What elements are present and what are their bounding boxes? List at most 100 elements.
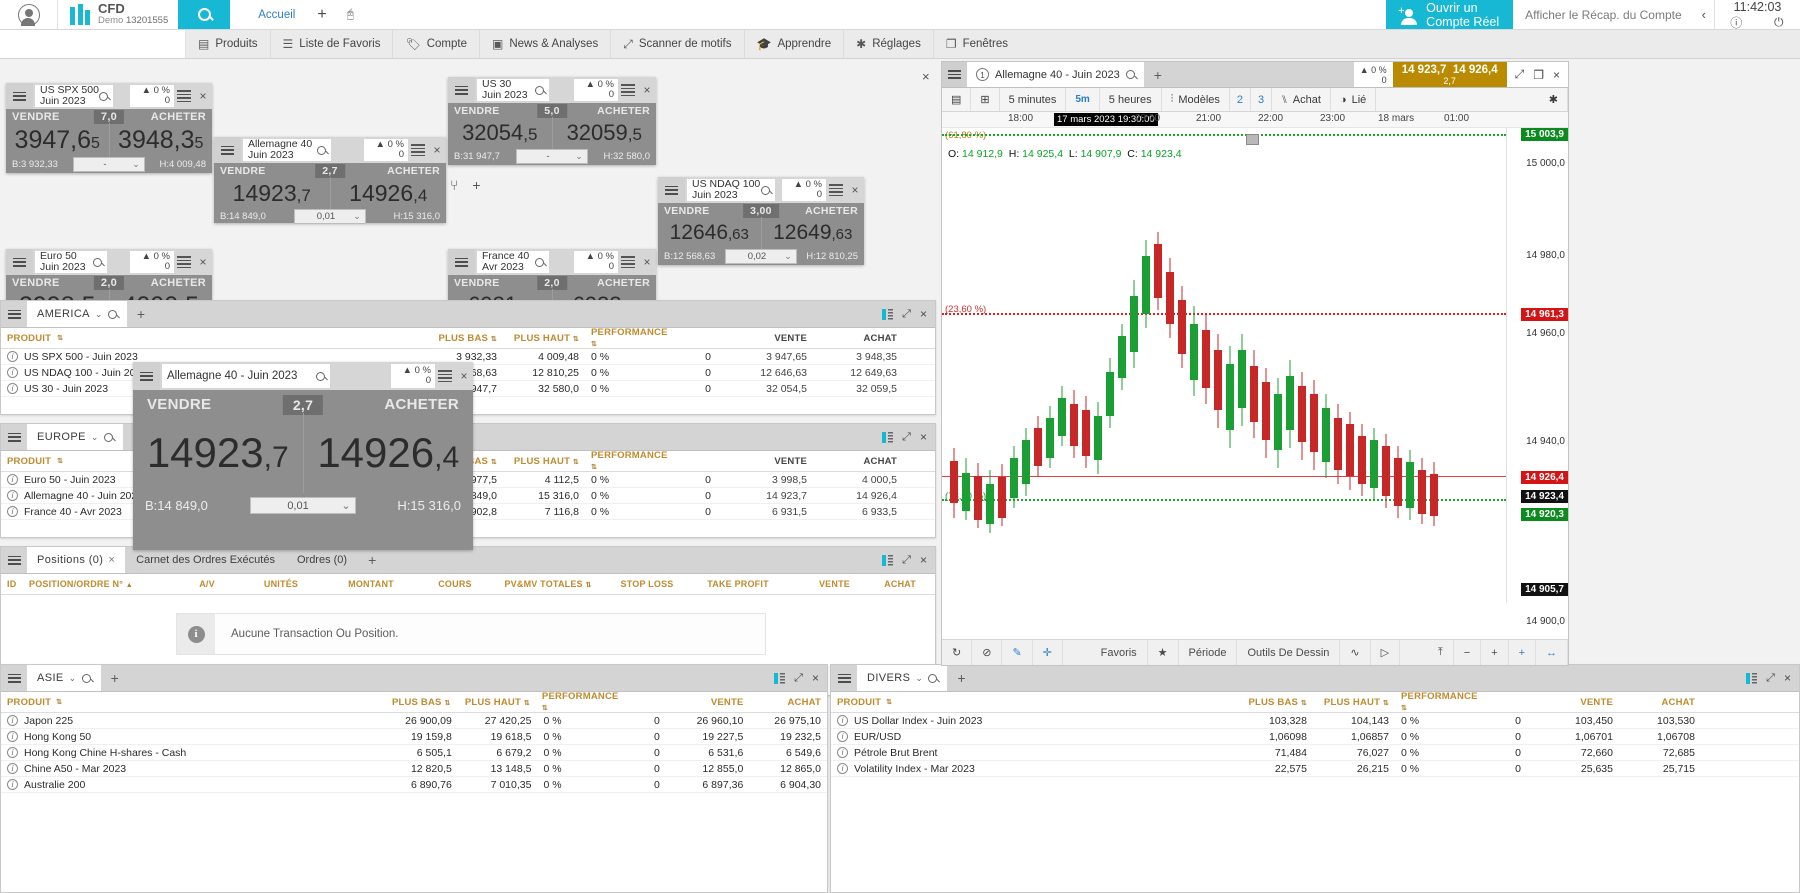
info-icon[interactable]: i xyxy=(7,367,18,378)
search-icon[interactable] xyxy=(317,146,326,155)
table-row[interactable]: iPétrole Brut Brent 71,484 76,027 0 % 0 … xyxy=(831,745,1799,761)
wave-icon[interactable]: ∿ xyxy=(1340,640,1370,665)
close-icon[interactable]: × xyxy=(1553,68,1560,82)
layout-icon[interactable] xyxy=(618,77,638,103)
search-icon[interactable] xyxy=(93,258,102,267)
zoom-out-icon[interactable]: − xyxy=(1454,640,1481,665)
cell-achat[interactable]: 14 926,4 xyxy=(813,490,903,502)
layout-icon[interactable] xyxy=(174,249,194,275)
sort-icon[interactable]: ⇅ xyxy=(524,700,530,707)
layout-icon[interactable] xyxy=(408,137,428,163)
info-icon[interactable]: i xyxy=(7,490,18,501)
chart-bid-ask[interactable]: 14 923,7 14 926,4 2,7 xyxy=(1393,62,1507,87)
quantity-select[interactable]: 0,01⌄ xyxy=(250,497,356,514)
cell-vente[interactable]: 12 646,63 xyxy=(717,367,813,379)
zoom-icon[interactable] xyxy=(82,674,91,683)
close-icon[interactable]: × xyxy=(108,554,115,566)
info-icon[interactable]: i xyxy=(7,747,18,758)
sort-icon[interactable]: ⇅ xyxy=(57,457,63,465)
expand-icon[interactable]: ⤢ xyxy=(902,554,911,567)
info-icon[interactable]: i xyxy=(7,474,18,485)
info-icon[interactable]: i xyxy=(7,383,18,394)
table-row[interactable]: iHong Kong 50 19 159,8 19 618,5 0 % 0 19… xyxy=(1,729,827,745)
cell-achat[interactable]: 12 865,0 xyxy=(749,763,827,775)
info-icon[interactable]: i xyxy=(837,731,848,742)
tab-asie[interactable]: ASIE ⌄ xyxy=(27,665,101,691)
info-icon[interactable]: ⓘ xyxy=(1715,14,1758,30)
info-icon[interactable]: i xyxy=(837,715,848,726)
cell-achat[interactable]: 12 649,63 xyxy=(813,367,903,379)
info-icon[interactable]: i xyxy=(7,506,18,517)
cell-achat[interactable]: 6 933,5 xyxy=(813,506,903,518)
expand-icon[interactable]: ⤢ xyxy=(1515,67,1525,82)
ticker-menu-button[interactable] xyxy=(448,249,475,275)
close-icon[interactable]: × xyxy=(638,77,656,103)
add-tab-button[interactable]: + xyxy=(307,6,336,24)
sort-icon[interactable]: ⇅ xyxy=(542,705,548,712)
cell-achat[interactable]: 103,530 xyxy=(1619,715,1701,727)
buy-price[interactable]: 12649,63 xyxy=(761,217,865,249)
chart-settings-icon[interactable]: ✱ xyxy=(1540,88,1568,111)
sell-price[interactable]: 14923,7 xyxy=(133,413,303,493)
tab-america[interactable]: AMERICA ⌄ xyxy=(27,301,127,327)
close-icon[interactable]: × xyxy=(920,553,927,567)
buy-price[interactable]: 14926,4 xyxy=(303,413,474,493)
search-icon[interactable] xyxy=(1126,70,1135,79)
sort-icon[interactable]: ⇅ xyxy=(573,459,579,466)
search-icon[interactable] xyxy=(761,186,770,195)
panel-menu-button[interactable] xyxy=(831,665,857,691)
close-icon[interactable]: × xyxy=(194,83,212,109)
menu-item-apprendre[interactable]: 🎓Apprendre xyxy=(744,30,844,58)
link-button[interactable]: ◑Lié xyxy=(1331,88,1376,111)
sell-price[interactable]: 32054,5 xyxy=(448,117,552,149)
ticker-menu-button[interactable] xyxy=(658,177,685,203)
expand-icon[interactable]: ⤢ xyxy=(1766,672,1775,685)
buy-price[interactable]: 32059,5 xyxy=(552,117,657,149)
favoris-button[interactable]: Favoris xyxy=(1091,640,1148,665)
menu-item-liste-de-favoris[interactable]: ☰Liste de Favoris xyxy=(270,30,393,58)
panel-menu-button[interactable] xyxy=(1,547,27,573)
panel-menu-button[interactable] xyxy=(1,301,27,327)
menu-item-fenetres[interactable]: ❐Fenêtres xyxy=(933,30,1020,58)
chart-type-button[interactable]: ▤ xyxy=(942,88,971,111)
range-button[interactable]: 5 heures xyxy=(1100,88,1162,111)
sell-price[interactable]: 14923,7 xyxy=(214,177,330,209)
sort-icon[interactable]: ⇅ xyxy=(591,464,597,471)
add-tab-button[interactable]: + xyxy=(947,665,975,691)
columns-icon[interactable] xyxy=(882,555,893,566)
sort-icon[interactable]: ⇅ xyxy=(1383,700,1389,707)
quantity-select[interactable]: 0,01⌄ xyxy=(294,209,366,224)
ticker-allemagne-40-large[interactable]: Allemagne 40 - Juin 2023 ▲ 0 % 0 × VENDR… xyxy=(133,362,473,550)
fork-icon[interactable]: ⑂ xyxy=(450,177,458,193)
info-icon[interactable]: i xyxy=(7,779,18,790)
star-icon[interactable]: ★ xyxy=(1148,640,1179,665)
sell-price[interactable]: 12646,63 xyxy=(658,217,761,249)
symbol-search-field[interactable]: Allemagne 40 - Juin 2023 xyxy=(162,364,330,388)
cell-achat[interactable]: 19 232,5 xyxy=(749,731,827,743)
cell-achat[interactable]: 25,715 xyxy=(1619,763,1701,775)
cell-vente[interactable]: 3 947,65 xyxy=(717,351,813,363)
templates-button[interactable]: ⫶Modèles xyxy=(1162,88,1230,111)
close-icon[interactable]: × xyxy=(920,307,927,321)
cell-achat[interactable]: 72,685 xyxy=(1619,747,1701,759)
chevron-down-icon[interactable]: ⌄ xyxy=(95,309,103,320)
cell-vente[interactable]: 19 227,5 xyxy=(666,731,750,743)
cell-achat[interactable]: 6 549,6 xyxy=(749,747,827,759)
tab-positions[interactable]: Positions (0) × xyxy=(27,547,125,573)
chart-menu-button[interactable] xyxy=(942,62,967,87)
ticker-us-ndaq-100[interactable]: US NDAQ 100Juin 2023 ▲ 0 % 0 × VENDRE 3,… xyxy=(658,177,864,265)
sort-icon[interactable]: ⇅ xyxy=(491,336,497,343)
buy-button[interactable]: ⑊Achat xyxy=(1272,88,1331,111)
table-row[interactable]: iVolatility Index - Mar 2023 22,575 26,2… xyxy=(831,761,1799,777)
ticker-us-30[interactable]: US 30Juin 2023 ▲ 0 % 0 × VENDRE 5,0 ACHE… xyxy=(448,77,656,165)
expand-icon[interactable]: ⤢ xyxy=(902,308,911,321)
add-tab-button[interactable]: + xyxy=(358,547,386,573)
close-icon[interactable]: × xyxy=(428,137,446,163)
ticker-menu-button[interactable] xyxy=(448,77,475,103)
sort-icon[interactable]: ⇅ xyxy=(573,336,579,343)
search-icon[interactable] xyxy=(535,86,544,95)
close-icon[interactable]: × xyxy=(455,362,473,390)
chevron-down-icon[interactable]: ⌄ xyxy=(91,432,99,443)
expand-icon[interactable]: ⤢ xyxy=(794,672,803,685)
tab-accueil[interactable]: Accueil xyxy=(246,9,307,21)
